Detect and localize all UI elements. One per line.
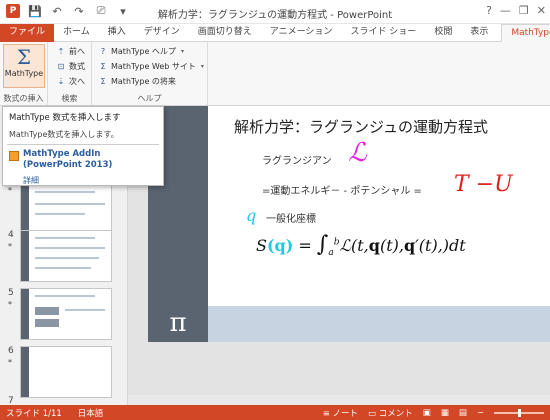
help-circle-icon: ?: [100, 47, 106, 56]
insert-mathtype-button[interactable]: Σ MathType: [3, 44, 45, 88]
thumb-number-4: 4: [8, 230, 14, 240]
generalized-coords-label: 一般化座標: [266, 214, 316, 225]
zoom-slider[interactable]: [494, 409, 544, 417]
prev-button[interactable]: ⇡ 前へ: [56, 46, 85, 57]
reading-view-icon[interactable]: ▤: [459, 408, 467, 418]
mathtype-help-label: MathType ヘルプ: [111, 47, 176, 56]
search-group-label: 検索: [61, 94, 78, 103]
slide-thumbnail-4[interactable]: [20, 230, 112, 282]
tab-transitions[interactable]: 画面切り替え: [189, 24, 261, 42]
close-button[interactable]: ✕: [537, 4, 546, 17]
notes-label: ノート: [332, 409, 359, 419]
slide-thumbnail-6[interactable]: [20, 346, 112, 398]
prev-icon: ⇡: [57, 47, 65, 56]
slide-sorter-icon[interactable]: ▦: [441, 408, 449, 418]
ribbon: Σ MathType 数式の挿入 ⇡ 前へ ⊡ 数式 ⇣ 次へ 検索 ? Mat…: [0, 42, 550, 106]
restore-button[interactable]: ❐: [519, 4, 529, 17]
thumb-number-5: 5: [8, 288, 14, 298]
mathtype-tooltip: MathType 数式を挿入します MathType数式を挿入します。 Math…: [2, 106, 164, 186]
action-integral-equation[interactable]: S(q) = ∫abℒ(t,q(t),q′(t),)dt: [256, 232, 466, 258]
equation-button[interactable]: ⊡ 数式: [56, 61, 85, 72]
slide-horizontal-scrollbar[interactable]: [128, 395, 550, 405]
slide-counter: スライド 1/11: [6, 409, 62, 419]
tab-review[interactable]: 校閲: [425, 24, 461, 42]
zoom-slider-knob[interactable]: [518, 409, 521, 417]
window-controls: ? — ❐ ✕: [486, 4, 546, 17]
slide-thumbnail-5[interactable]: [20, 288, 112, 340]
comments-label: コメント: [378, 409, 413, 419]
slide-title[interactable]: 解析力学：ラグランジュの運動方程式: [234, 116, 488, 137]
tooltip-title: MathType 数式を挿入します: [9, 113, 121, 123]
tooltip-description: MathType数式を挿入します。: [9, 130, 119, 139]
addin-version: (PowerPoint 2013): [23, 160, 113, 170]
addin-icon: [9, 151, 19, 161]
insert-equation-group: Σ MathType 数式の挿入: [0, 42, 48, 106]
tooltip-more-link[interactable]: 詳細: [23, 175, 39, 186]
tab-insert[interactable]: 挿入: [99, 24, 135, 42]
mathtype-web-label: MathType Web サイト: [111, 62, 196, 71]
mathtype-web-button[interactable]: Σ MathType Web サイト ▾: [98, 61, 204, 72]
window-title: 解析力学：ラグランジュの運動方程式 - PowerPoint: [157, 10, 393, 21]
sigma-icon: Σ: [16, 45, 32, 69]
tab-mathtype[interactable]: MathType: [501, 24, 550, 43]
minimize-button[interactable]: —: [500, 4, 511, 17]
help-group-label: ヘルプ: [137, 94, 162, 103]
slide-thumbnail-3[interactable]: [20, 182, 112, 234]
language-indicator[interactable]: 日本語: [78, 407, 104, 419]
thumb-number-6: 6: [8, 346, 14, 356]
slide-editing-area: 解析力学：ラグランジュの運動方程式 ラグランジアン ℒ =運動エネルギ－ - ポ…: [128, 106, 550, 405]
title-bar: P 💾 ↶ ↷ ⎚ ▾ 解析力学：ラグランジュの運動方程式 - PowerPoi…: [0, 0, 550, 24]
pi-logo: π: [148, 306, 208, 342]
chevron-down-icon: ▾: [200, 63, 204, 70]
insert-mathtype-label: MathType: [4, 69, 44, 78]
help-button[interactable]: ?: [486, 4, 492, 17]
status-bar: スライド 1/11 日本語 ≡ ノート ▭ コメント ▣ ▦ ▤ −: [0, 405, 550, 420]
energy-formula: T −U: [454, 172, 513, 197]
tooltip-divider: [7, 144, 159, 145]
sigma-future-icon: Σ: [100, 77, 106, 86]
energy-text: =運動エネルギ－ - ポテンシャル =: [262, 186, 422, 197]
tab-file[interactable]: ファイル: [0, 24, 55, 42]
tab-view[interactable]: 表示: [461, 24, 497, 42]
mathtype-future-label: MathType の将来: [111, 77, 176, 86]
thumb-3-star: *: [8, 186, 12, 195]
mathtype-future-button[interactable]: Σ MathType の将来: [98, 76, 176, 87]
comments-button[interactable]: ▭ コメント: [368, 407, 413, 419]
next-label: 次へ: [69, 77, 85, 86]
thumb-4-star: *: [8, 242, 12, 251]
insert-group-label: 数式の挿入: [3, 94, 44, 103]
tab-animations[interactable]: アニメーション: [261, 24, 342, 42]
next-button[interactable]: ⇣ 次へ: [56, 76, 85, 87]
lagrangian-symbol: ℒ: [348, 138, 367, 168]
tab-design[interactable]: デザイン: [135, 24, 189, 42]
zoom-out-icon[interactable]: −: [477, 408, 484, 418]
help-group: ? MathType ヘルプ ▾ Σ MathType Web サイト ▾ Σ …: [92, 42, 208, 106]
chevron-down-icon: ▾: [180, 48, 184, 55]
next-icon: ⇣: [57, 77, 65, 86]
q-symbol: q: [246, 206, 257, 225]
thumb-5-star: *: [8, 300, 12, 309]
equation-icon: ⊡: [57, 62, 65, 71]
lagrangian-label: ラグランジアン: [262, 156, 332, 167]
notes-button[interactable]: ≡ ノート: [323, 407, 358, 419]
tab-slideshow[interactable]: スライド ショー: [341, 24, 425, 42]
thumb-6-star: *: [8, 358, 12, 367]
mathtype-help-button[interactable]: ? MathType ヘルプ ▾: [98, 46, 184, 57]
tab-home[interactable]: ホーム: [54, 24, 99, 42]
addin-name: MathType AddIn: [23, 149, 101, 159]
slide-footer-band: [148, 306, 550, 342]
prev-label: 前へ: [69, 47, 85, 56]
search-group: ⇡ 前へ ⊡ 数式 ⇣ 次へ 検索: [48, 42, 92, 106]
ribbon-tabs: ファイル ホーム 挿入 デザイン 画面切り替え アニメーション スライド ショー…: [0, 24, 550, 43]
sigma-web-icon: Σ: [100, 62, 106, 71]
tooltip-addin: MathType AddIn (PowerPoint 2013): [9, 149, 112, 171]
normal-view-icon[interactable]: ▣: [423, 408, 431, 418]
equation-label: 数式: [69, 62, 85, 71]
